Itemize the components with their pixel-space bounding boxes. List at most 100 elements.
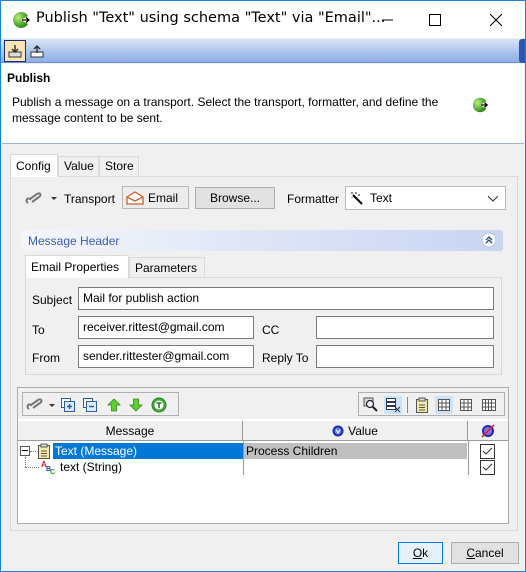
view-toolbar-group <box>358 392 505 416</box>
string-type-icon: A B C <box>41 460 55 475</box>
document-button[interactable] <box>413 396 431 414</box>
info-heading: Publish <box>7 71 51 85</box>
tree-connector <box>25 467 39 468</box>
maximize-button[interactable] <box>412 1 458 38</box>
dialog-window: Publish "Text" using schema "Text" via "… <box>0 0 526 572</box>
attach-dropdown-caret[interactable] <box>49 404 55 407</box>
to-field[interactable]: receiver.rittest@gmail.com <box>78 316 254 339</box>
export-icon <box>30 44 44 58</box>
cancel-button[interactable]: Cancel <box>451 542 519 564</box>
from-field[interactable]: sender.rittester@gmail.com <box>78 345 254 368</box>
message-header-title: Message Header <box>28 234 120 248</box>
add-child-button[interactable] <box>59 396 77 414</box>
transport-value: Email <box>148 190 179 205</box>
import-button[interactable] <box>4 40 26 62</box>
tree-row[interactable]: Text (Message) Process Children <box>18 443 508 459</box>
tree-row[interactable]: A B C text (String) <box>18 457 508 475</box>
find-button[interactable] <box>362 396 380 414</box>
grid-view-1-button[interactable] <box>435 396 453 414</box>
tab-config[interactable]: Config <box>10 154 58 177</box>
tree-connector <box>25 457 26 467</box>
grid-large-icon <box>482 399 496 411</box>
chevron-down-icon <box>488 196 498 202</box>
column-value-label: Value <box>348 423 378 438</box>
browse-button[interactable]: Browse... <box>195 187 275 209</box>
filter-rows-icon <box>386 398 401 413</box>
filter-button[interactable] <box>384 396 402 414</box>
info-description: Publish a message on a transport. Select… <box>12 95 439 125</box>
tab-email-properties[interactable]: Email Properties <box>25 255 129 278</box>
paperclip-icon <box>26 398 43 410</box>
enabled-checkbox[interactable] <box>480 460 495 475</box>
checkmark-icon <box>482 463 493 471</box>
message-toolbar <box>18 388 508 419</box>
checkmark-icon <box>482 447 493 455</box>
svg-text:C: C <box>50 469 55 475</box>
grid-view-3-button[interactable] <box>480 396 498 414</box>
remove-child-button[interactable] <box>81 396 99 414</box>
tab-store[interactable]: Store <box>99 156 139 176</box>
paperclip-icon[interactable] <box>25 192 43 206</box>
from-label: From <box>32 351 60 365</box>
publish-app-icon <box>13 11 31 28</box>
column-header-enabled[interactable] <box>468 421 508 441</box>
tree-node-value[interactable] <box>244 459 467 475</box>
reply-to-field[interactable] <box>316 345 494 368</box>
close-icon <box>490 13 502 26</box>
close-button[interactable] <box>473 1 519 38</box>
import-icon <box>8 45 22 58</box>
add-node-icon <box>61 398 75 412</box>
move-up-button[interactable] <box>105 396 123 414</box>
transport-label: Transport <box>64 192 115 206</box>
message-document-icon <box>38 443 50 459</box>
to-label: To <box>32 323 45 337</box>
move-down-button[interactable] <box>127 396 145 414</box>
info-panel: Publish Publish a message on a transport… <box>2 64 524 144</box>
transport-row: Transport Email Browse... Formatter Text <box>11 186 517 212</box>
minimize-button[interactable] <box>365 1 411 38</box>
email-icon <box>126 190 144 205</box>
enabled-checkbox[interactable] <box>480 444 495 459</box>
toolstrip-endcap <box>519 39 525 63</box>
column-divider <box>243 441 244 475</box>
ok-button[interactable]: Ok <box>398 542 443 564</box>
formatter-select[interactable]: Text <box>345 186 506 210</box>
publish-icon <box>472 97 489 113</box>
subject-field[interactable]: Mail for publish action <box>78 287 494 310</box>
transport-email-button[interactable]: Email <box>122 186 189 209</box>
formatter-value: Text <box>370 191 393 205</box>
transform-button[interactable] <box>150 396 168 414</box>
message-header-section: Message Header <box>22 230 503 251</box>
collapse-toggle[interactable] <box>20 446 30 456</box>
title-bar: Publish "Text" using schema "Text" via "… <box>1 1 525 38</box>
column-divider <box>468 441 469 475</box>
column-header-message[interactable]: Message <box>18 421 243 441</box>
magic-wand-icon <box>351 192 363 205</box>
transform-icon <box>151 397 167 413</box>
tree-grid-header: Message Value <box>18 421 508 441</box>
email-properties-panel: Subject Mail for publish action To recei… <box>25 277 502 375</box>
grid-view-2-button[interactable] <box>457 396 475 414</box>
tree-node-value[interactable]: Process Children <box>244 443 467 459</box>
tab-parameters[interactable]: Parameters <box>129 257 205 277</box>
cancel-label-rest: ancel <box>474 546 504 560</box>
tree-node-label[interactable]: Text (Message) <box>53 443 243 459</box>
formatter-label: Formatter <box>287 192 340 206</box>
cancel-mnemonic: C <box>466 546 475 560</box>
disabled-shield-icon <box>481 423 495 438</box>
column-message-label: Message <box>105 423 155 438</box>
tab-value[interactable]: Value <box>58 156 99 176</box>
tree-node-label[interactable]: text (String) <box>58 459 243 475</box>
export-button[interactable] <box>26 40 48 62</box>
arrow-up-icon <box>107 398 121 412</box>
attach-button[interactable] <box>26 396 44 414</box>
column-header-value[interactable]: Value <box>243 421 468 441</box>
paperclip-dropdown-caret[interactable] <box>51 197 57 200</box>
toolbar-separator <box>407 397 408 413</box>
cc-field[interactable] <box>316 316 494 339</box>
ok-label-rest: k <box>422 546 429 560</box>
collapse-icon[interactable] <box>481 232 497 248</box>
arrow-down-icon <box>129 398 143 412</box>
config-panel: Transport Email Browse... Formatter Text <box>10 176 518 531</box>
message-tree-panel: Message Value Text (Message) Process Chi… <box>17 387 509 524</box>
